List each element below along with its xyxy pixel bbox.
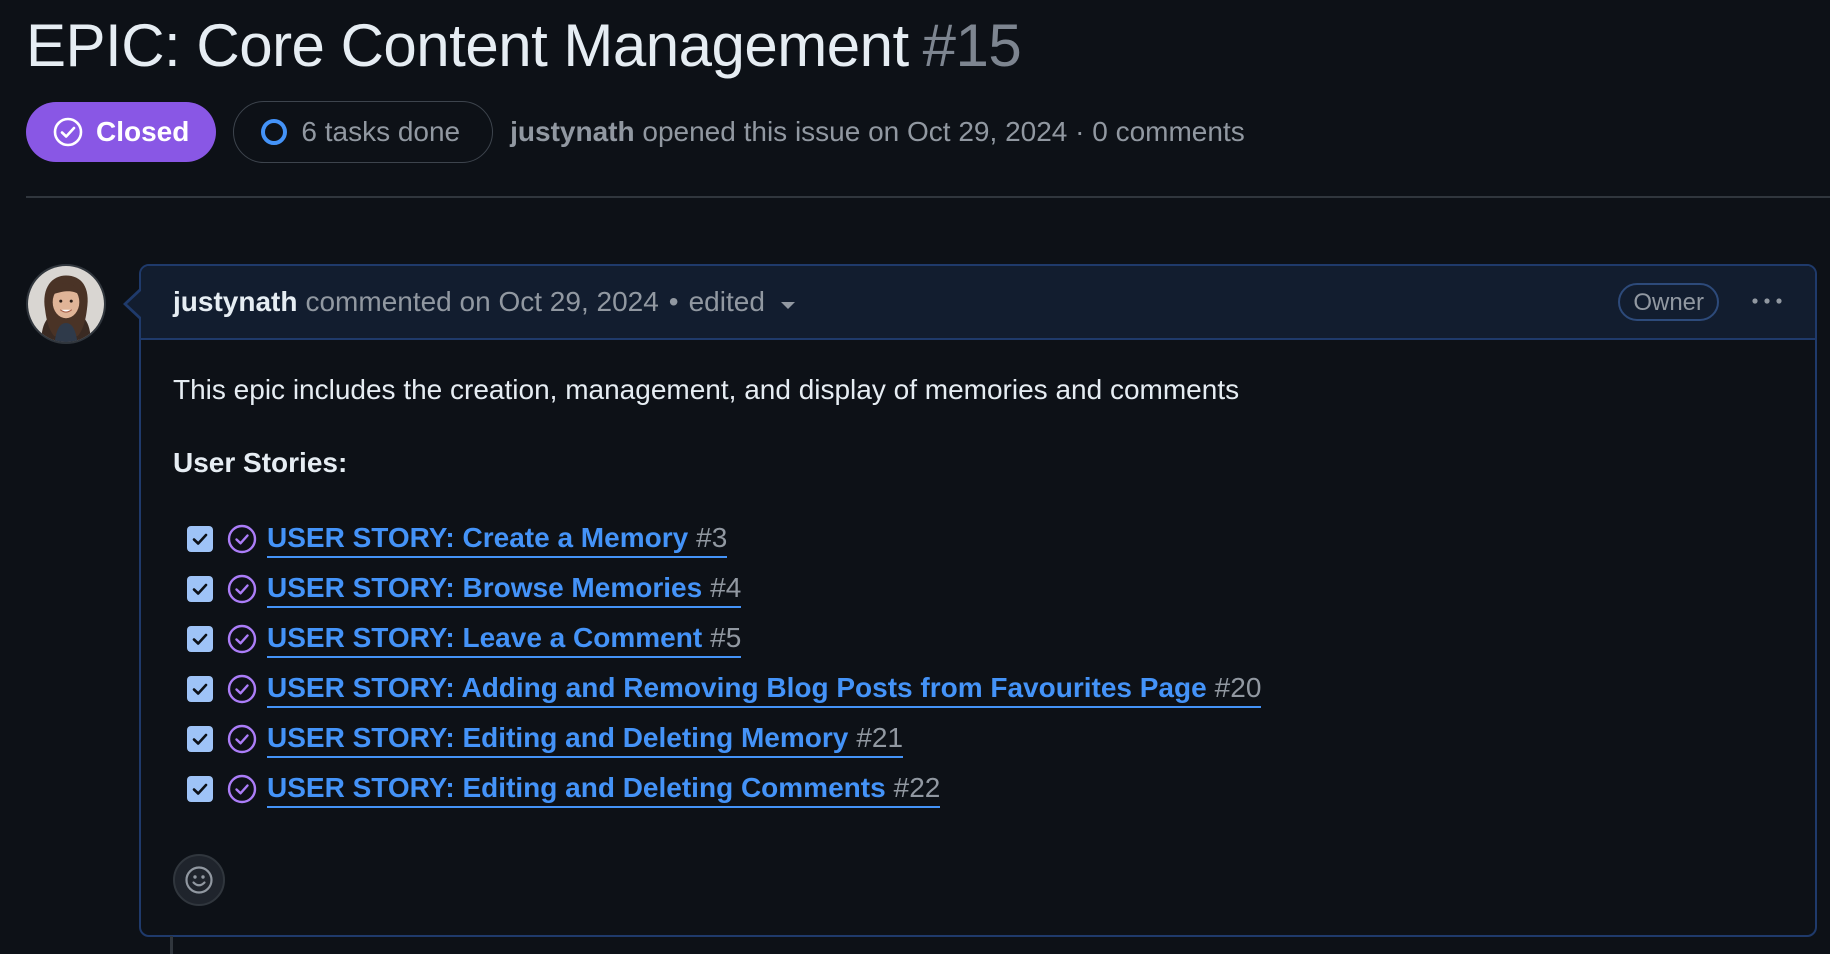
state-badge: Closed [26,102,217,162]
issue-reference-link[interactable]: USER STORY: Editing and Deleting Memory #… [267,720,904,758]
check-icon [192,733,208,745]
issue-reference-number: #20 [1214,672,1262,703]
issue-title: EPIC: Core Content Management #15 [26,6,1022,86]
issue-reference-number: #4 [710,572,742,603]
comment-edited-dropdown[interactable]: edited [689,284,795,320]
check-icon [192,633,208,645]
tasks-done-label: 6 tasks done [301,116,461,147]
task-list-item: USER STORY: Leave a Comment #5 [187,614,1261,664]
issue-title-text: EPIC: Core Content Management [26,12,909,79]
issue-reference-link[interactable]: USER STORY: Browse Memories #4 [267,570,742,608]
task-list-item: USER STORY: Editing and Deleting Comment… [187,764,1261,814]
comment-options-button[interactable] [1749,290,1785,312]
comment-header-line: justynath commented on Oct 29, 2024 • ed… [173,284,795,320]
issue-meta-row: Closed 6 tasks done justynath opened thi… [26,101,1245,163]
issue-page: EPIC: Core Content Management #15 Closed … [0,0,1830,954]
task-list-item: USER STORY: Create a Memory #3 [187,514,1261,564]
comment-separator: • [668,286,679,317]
issue-reference-link[interactable]: USER STORY: Create a Memory #3 [267,520,728,558]
issue-reference-title: USER STORY: Create a Memory [267,522,689,553]
issue-reference-number: #22 [893,772,941,803]
issue-reference-title: USER STORY: Editing and Deleting Memory [267,722,849,753]
add-reaction-button[interactable] [173,854,225,906]
smiley-icon [185,866,213,894]
task-checkbox[interactable] [187,526,213,552]
user-stories-heading: User Stories: [173,447,348,478]
issue-reference-link[interactable]: USER STORY: Adding and Removing Blog Pos… [267,670,1262,708]
issue-author-link[interactable]: justynath [510,116,634,147]
avatar-image [28,266,104,342]
comment-action: commented on Oct 29, 2024 [305,286,659,317]
issue-comment: justynath commented on Oct 29, 2024 • ed… [139,264,1817,937]
comment-header: justynath commented on Oct 29, 2024 • ed… [141,266,1815,340]
task-checkbox[interactable] [187,576,213,602]
comment-edited-label: edited [688,286,765,317]
task-checkbox[interactable] [187,626,213,652]
triangle-down-icon [780,301,795,309]
kebab-horizontal-icon [1752,298,1782,304]
check-icon [192,583,208,595]
comment-pointer-fill [127,290,142,318]
issue-reference-title: USER STORY: Leave a Comment [267,622,703,653]
issue-reference-link[interactable]: USER STORY: Editing and Deleting Comment… [267,770,941,808]
task-checkbox[interactable] [187,676,213,702]
issue-reference-title: USER STORY: Adding and Removing Blog Pos… [267,672,1207,703]
comment-author-link[interactable]: justynath [173,284,297,320]
comment-intro-text: This epic includes the creation, managem… [173,374,1240,405]
task-list-item: USER STORY: Browse Memories #4 [187,564,1261,614]
task-list-item: USER STORY: Editing and Deleting Memory #… [187,714,1261,764]
task-checkbox[interactable] [187,726,213,752]
check-circle-icon [53,117,83,147]
task-checkbox[interactable] [187,776,213,802]
check-icon [192,533,208,545]
state-label: Closed [96,116,190,147]
issue-reference-number: #21 [856,722,904,753]
issue-number: #15 [922,12,1022,79]
issue-opened-meta: justynath opened this issue on Oct 29, 2… [510,116,1245,148]
owner-badge: Owner [1618,283,1719,321]
issue-reference-number: #5 [710,622,742,653]
issue-opened-text: opened this issue on Oct 29, 2024 · 0 co… [642,116,1245,147]
check-circle-icon [227,624,257,654]
avatar[interactable] [26,264,106,344]
tasks-progress-pill[interactable]: 6 tasks done [233,101,494,163]
task-list-item: USER STORY: Adding and Removing Blog Pos… [187,664,1262,714]
task-list: USER STORY: Create a Memory #3 USER STORY… [187,514,1262,814]
issue-reference-link[interactable]: USER STORY: Leave a Comment #5 [267,620,742,658]
check-icon [192,683,208,695]
check-circle-icon [227,574,257,604]
check-circle-icon [227,774,257,804]
check-circle-icon [227,724,257,754]
check-circle-icon [227,524,257,554]
check-circle-icon [227,674,257,704]
timeline-line [170,936,173,954]
check-icon [192,783,208,795]
issue-reference-title: USER STORY: Editing and Deleting Comment… [267,772,886,803]
progress-ring-icon [261,119,288,145]
issue-reference-number: #3 [696,522,728,553]
issue-reference-title: USER STORY: Browse Memories [267,572,703,603]
header-divider [26,196,1830,198]
